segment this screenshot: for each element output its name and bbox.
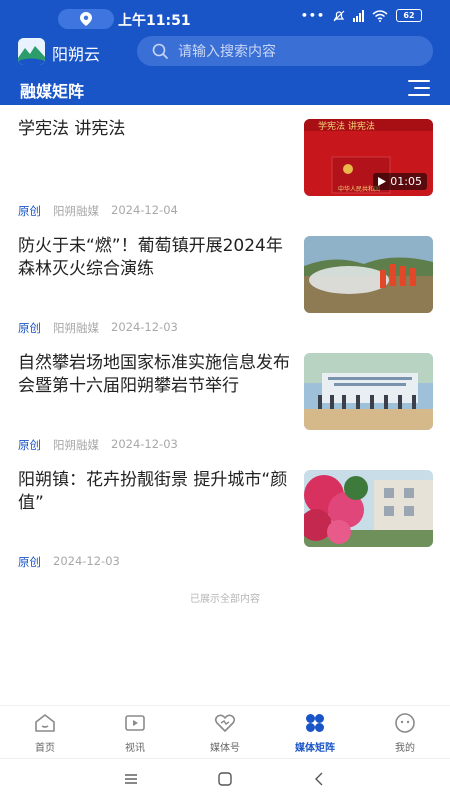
matrix-icon [306,714,324,732]
original-tag: 原创 [18,555,41,569]
tab-media[interactable]: 媒体号 [180,706,270,758]
status-icons: ••• 62 [301,9,422,22]
tab-video[interactable]: 视讯 [90,706,180,758]
tab-media-matrix[interactable]: 媒体矩阵 [270,706,360,758]
article-meta: 原创 阳朔融媒 2024-12-03 [18,320,178,336]
article-thumbnail [304,236,433,313]
tab-label: 视讯 [125,743,145,754]
mute-icon [333,10,345,21]
search-placeholder: 请输入搜索内容 [178,44,276,60]
tab-home[interactable]: 首页 [0,706,90,758]
article-title: 自然攀岩场地国家标准实施信息发布会暨第十六届阳朔攀岩节举行 [18,353,290,396]
tab-label: 媒体矩阵 [295,743,335,754]
status-bar: 上午11:51 ••• 62 [0,0,450,36]
duration-label: 01:05 [390,175,422,188]
article-meta: 原创 阳朔融媒 2024-12-03 [18,437,178,453]
original-tag: 原创 [18,438,41,452]
original-tag: 原创 [18,321,41,335]
svg-text:学宪法 讲宪法: 学宪法 讲宪法 [318,120,375,132]
location-icon [80,12,92,26]
list-item[interactable]: 阳朔镇：花卉扮靓街景 提升城市“颜值” 原创 2024-12-03 [0,456,450,573]
video-duration: 01:05 [373,173,427,190]
article-title: 学宪法 讲宪法 [18,119,126,139]
recents-icon[interactable] [124,773,138,785]
page-title: 融媒矩阵 [20,82,85,101]
article-source: 阳朔融媒 [53,321,99,335]
tab-label: 首页 [35,743,55,754]
tab-label: 我的 [395,743,415,754]
battery-indicator: 62 [396,9,422,22]
bottom-tab-bar: 首页 视讯 媒体号 媒体矩阵 我的 [0,705,450,758]
menu-button[interactable] [408,80,430,96]
article-thumbnail [304,470,433,547]
article-title: 防火于未“燃”！葡萄镇开展2024年森林灭火综合演练 [18,236,283,279]
play-icon [378,177,387,186]
signal-icon [353,9,364,22]
wifi-icon [372,9,388,22]
article-date: 2024-12-03 [111,320,178,334]
status-time: 上午11:51 [118,13,191,29]
list-item[interactable]: 防火于未“燃”！葡萄镇开展2024年森林灭火综合演练 原创 阳朔融媒 2024-… [0,222,450,339]
home-icon [35,714,55,732]
app-name: 阳朔云 [52,45,101,64]
article-list: 学宪法 讲宪法 原创 阳朔融媒 2024-12-04 学宪法 讲宪法 中华人民共… [0,105,450,705]
article-meta: 原创 阳朔融媒 2024-12-04 [18,203,178,219]
home-nav-icon[interactable] [218,772,232,786]
more-dots-icon: ••• [300,9,325,22]
location-pill[interactable] [58,9,114,29]
article-date: 2024-12-03 [53,554,120,568]
profile-icon [395,713,415,733]
article-meta: 原创 2024-12-03 [18,554,120,570]
article-thumbnail [304,353,433,430]
article-date: 2024-12-03 [111,437,178,451]
original-tag: 原创 [18,204,41,218]
app-bar: 阳朔云 请输入搜索内容 [0,36,450,66]
article-date: 2024-12-04 [111,203,178,217]
search-input[interactable]: 请输入搜索内容 [137,36,433,66]
video-icon [125,715,145,731]
app-logo [18,38,45,65]
article-title: 阳朔镇：花卉扮靓街景 提升城市“颜值” [18,470,288,513]
list-item[interactable]: 自然攀岩场地国家标准实施信息发布会暨第十六届阳朔攀岩节举行 原创 阳朔融媒 20… [0,339,450,456]
tab-profile[interactable]: 我的 [360,706,450,758]
back-icon[interactable] [314,772,324,786]
article-thumbnail: 学宪法 讲宪法 中华人民共和国 01:05 [304,119,433,196]
title-bar: 融媒矩阵 [0,72,450,105]
search-icon [152,43,168,59]
list-item[interactable]: 学宪法 讲宪法 原创 阳朔融媒 2024-12-04 学宪法 讲宪法 中华人民共… [0,105,450,222]
media-icon [214,714,236,732]
system-nav-bar [0,758,450,800]
tab-label: 媒体号 [210,743,240,754]
article-source: 阳朔融媒 [53,204,99,218]
app-header: 上午11:51 ••• 62 阳朔云 请输入搜索内容 融媒矩阵 [0,0,450,105]
article-source: 阳朔融媒 [53,438,99,452]
end-of-list-note: 已展示全部内容 [190,594,260,605]
